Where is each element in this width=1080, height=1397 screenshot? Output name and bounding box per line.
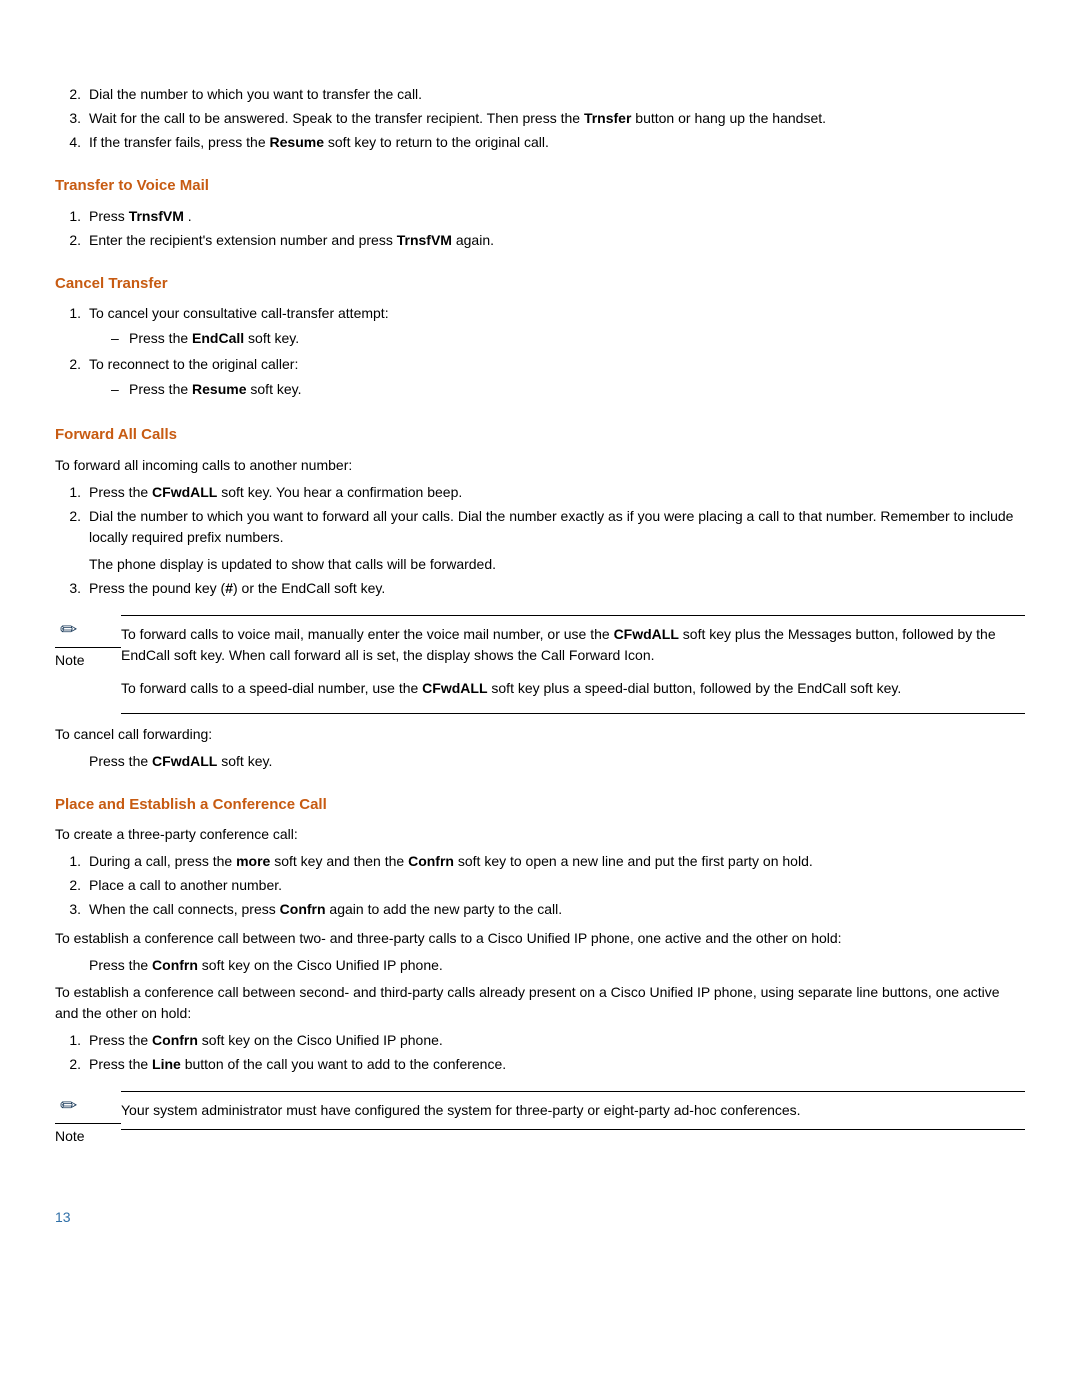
step-text: To cancel your consultative call-transfe… <box>89 303 1025 351</box>
note-body: To forward calls to voice mail, manually… <box>121 615 1025 714</box>
heading-cancel-transfer: Cancel Transfer <box>55 273 1025 296</box>
transfer-steps-continued: 2. Dial the number to which you want to … <box>55 84 1025 153</box>
step-text: Place a call to another number. <box>89 875 1025 896</box>
note-label: Note <box>55 647 121 671</box>
conf-intro: To create a three-party conference call: <box>55 824 1025 845</box>
conf-establish-a: To establish a conference call between t… <box>55 928 1025 949</box>
pencil-icon: ✎ <box>53 1089 86 1122</box>
step-text: Press the Confrn soft key on the Cisco U… <box>89 1030 1025 1051</box>
step-text: If the transfer fails, press the Resume … <box>89 132 1025 153</box>
cancel-forward-step: Press the CFwdALL soft key. <box>89 751 1025 772</box>
note-forward: ✎ Note To forward calls to voice mail, m… <box>55 615 1025 714</box>
heading-conference: Place and Establish a Conference Call <box>55 794 1025 817</box>
step-text: During a call, press the more soft key a… <box>89 851 1025 872</box>
heading-transfer-voicemail: Transfer to Voice Mail <box>55 175 1025 198</box>
step-text: Press the pound key (#) or the EndCall s… <box>89 578 1025 599</box>
substep-text: Press the Resume soft key. <box>129 379 301 400</box>
step-text: Wait for the call to be answered. Speak … <box>89 108 1025 129</box>
list-marker: 3. <box>55 108 89 129</box>
step-text: Press the Line button of the call you wa… <box>89 1054 1025 1075</box>
substep-text: Press the EndCall soft key. <box>129 328 299 349</box>
list-marker: 2. <box>55 84 89 105</box>
step-text: Press the CFwdALL soft key. You hear a c… <box>89 482 1025 503</box>
step-text: Dial the number to which you want to tra… <box>89 84 1025 105</box>
transfer-vm-steps: 1. Press TrnsfVM . 2. Enter the recipien… <box>55 206 1025 251</box>
step-text: Enter the recipient's extension number a… <box>89 230 1025 251</box>
heading-forward-all: Forward All Calls <box>55 424 1025 447</box>
note-conference: ✎ Note Your system administrator must ha… <box>55 1091 1025 1147</box>
cancel-forward-intro: To cancel call forwarding: <box>55 724 1025 745</box>
pencil-icon: ✎ <box>53 613 86 646</box>
step-text: When the call connects, press Confrn aga… <box>89 899 1025 920</box>
forward-steps: 1. Press the CFwdALL soft key. You hear … <box>55 482 1025 599</box>
conf-steps: 1. During a call, press the more soft ke… <box>55 851 1025 920</box>
note-body: Your system administrator must have conf… <box>121 1091 1025 1130</box>
step-text: Dial the number to which you want to for… <box>89 506 1025 575</box>
list-marker: 4. <box>55 132 89 153</box>
conf-establish-b: To establish a conference call between s… <box>55 982 1025 1024</box>
conf-establish-a-step: Press the Confrn soft key on the Cisco U… <box>89 955 1025 976</box>
note-label: Note <box>55 1123 121 1147</box>
forward-intro: To forward all incoming calls to another… <box>55 455 1025 476</box>
step-text: Press TrnsfVM . <box>89 206 1025 227</box>
page-number: 13 <box>55 1207 1025 1228</box>
cancel-transfer-steps: 1. To cancel your consultative call-tran… <box>55 303 1025 402</box>
conf-establish-b-steps: 1. Press the Confrn soft key on the Cisc… <box>55 1030 1025 1075</box>
step-text: To reconnect to the original caller: – P… <box>89 354 1025 402</box>
